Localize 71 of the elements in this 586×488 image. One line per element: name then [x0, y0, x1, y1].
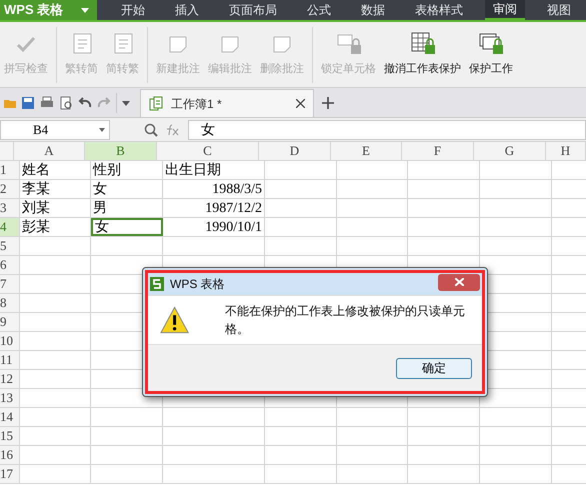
- row-header[interactable]: 5: [0, 237, 20, 255]
- column-header[interactable]: B: [85, 142, 157, 160]
- plus-icon[interactable]: [322, 97, 334, 109]
- table-cell: 姓名: [20, 161, 91, 179]
- row-header[interactable]: 12: [0, 370, 20, 388]
- document-tab[interactable]: 工作簿1 *: [140, 89, 314, 117]
- menu-tab[interactable]: 页面布局: [221, 0, 285, 20]
- menu-tab[interactable]: 插入: [167, 0, 207, 20]
- caret-icon: [81, 8, 89, 12]
- undo-icon[interactable]: [78, 96, 92, 110]
- cell-reference: B4: [33, 120, 48, 139]
- menu-tab[interactable]: 数据: [353, 0, 393, 20]
- row-header[interactable]: 10: [0, 332, 20, 350]
- table-cell: 性别: [91, 161, 163, 179]
- table-cell: 女: [91, 180, 163, 198]
- menu-tab[interactable]: 审阅: [485, 0, 525, 20]
- close-icon: [454, 278, 464, 286]
- row-header[interactable]: 8: [0, 294, 20, 312]
- column-header[interactable]: H: [546, 142, 586, 160]
- row-header[interactable]: 3: [0, 199, 20, 217]
- ribbon-button[interactable]: 撤消工作表保护: [380, 31, 465, 78]
- zoom-icon[interactable]: [144, 122, 158, 136]
- name-box[interactable]: B4: [0, 120, 110, 140]
- table-cell: 彭某: [20, 218, 91, 236]
- column-header[interactable]: E: [331, 142, 402, 160]
- app-title: WPS 表格: [4, 1, 64, 20]
- row-header[interactable]: 4: [0, 218, 20, 236]
- printer-icon[interactable]: [40, 96, 54, 110]
- document-title: 工作簿1 *: [171, 96, 222, 112]
- menu-tab[interactable]: 开始: [113, 0, 153, 20]
- column-header[interactable]: G: [474, 142, 546, 160]
- save-icon[interactable]: [21, 96, 35, 110]
- table-cell: 1990/10/1: [163, 218, 265, 236]
- app-menu-button[interactable]: WPS 表格: [0, 0, 97, 20]
- row-header[interactable]: 17: [0, 465, 20, 483]
- row-header[interactable]: 13: [0, 389, 20, 407]
- menu-tab[interactable]: 视图: [539, 0, 579, 20]
- warning-icon: [160, 306, 190, 334]
- dialog-title: WPS 表格: [170, 276, 225, 293]
- close-icon[interactable]: [296, 99, 305, 108]
- caret-icon: [99, 128, 105, 132]
- close-button[interactable]: [438, 274, 480, 290]
- row-header[interactable]: 16: [0, 446, 20, 464]
- row-header[interactable]: 6: [0, 256, 20, 274]
- ribbon-button[interactable]: 保护工作: [465, 31, 517, 78]
- menu-tab[interactable]: 公式: [299, 0, 339, 20]
- spreadsheet-icon: [149, 96, 163, 111]
- table-cell: 1988/3/5: [163, 180, 265, 198]
- column-header[interactable]: D: [259, 142, 331, 160]
- row-header[interactable]: 11: [0, 351, 20, 369]
- print-preview-icon[interactable]: [59, 96, 73, 110]
- column-header[interactable]: C: [157, 142, 259, 160]
- caret-icon[interactable]: [122, 100, 130, 106]
- row-header[interactable]: 15: [0, 427, 20, 445]
- row-header[interactable]: 14: [0, 408, 20, 426]
- formula-input[interactable]: 女: [188, 120, 586, 140]
- table-cell: 女: [91, 218, 163, 236]
- ok-button[interactable]: 确定: [396, 358, 472, 378]
- row-header[interactable]: 7: [0, 275, 20, 293]
- row-header[interactable]: 1: [0, 161, 20, 179]
- column-header[interactable]: F: [402, 142, 474, 160]
- row-header[interactable]: 2: [0, 180, 20, 198]
- menu-tab[interactable]: 表格样式: [407, 0, 471, 20]
- table-cell: 出生日期: [163, 161, 265, 179]
- table-cell: 李某: [20, 180, 91, 198]
- dialog-message: 不能在保护的工作表上修改被保护的只读单元格。: [225, 303, 466, 338]
- table-cell: 1987/12/2: [163, 199, 265, 217]
- table-cell: 刘某: [20, 199, 91, 217]
- table-cell: 男: [91, 199, 163, 217]
- app-logo-icon: [150, 277, 164, 291]
- row-header[interactable]: 9: [0, 313, 20, 331]
